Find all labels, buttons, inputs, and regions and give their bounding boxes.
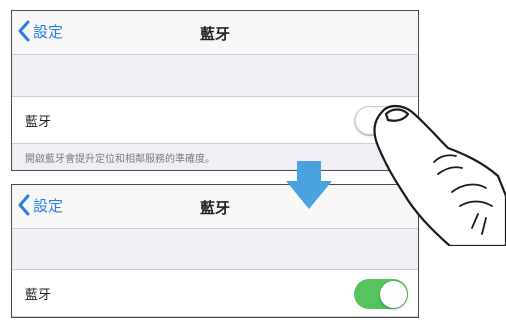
bluetooth-row-label: 藍牙	[25, 115, 52, 130]
page-title: 藍牙	[199, 25, 230, 43]
hand-tap-icon	[373, 104, 506, 246]
bluetooth-setting-row: 藍牙	[12, 269, 418, 317]
bluetooth-toggle[interactable]	[354, 279, 408, 309]
arrow-down-icon	[286, 161, 332, 209]
nav-bar: 設定 藍牙	[12, 11, 418, 55]
tutorial-illustration: 設定 藍牙 藍牙 開啟藍牙會提升定位和相鄰服務的準確度。 設定 藍牙 藍牙	[0, 0, 506, 322]
toggle-knob	[380, 280, 407, 308]
bluetooth-footer-note: 開啟藍牙會提升定位和相鄰服務的準確度。	[25, 154, 215, 165]
bluetooth-row-label: 藍牙	[25, 288, 52, 303]
